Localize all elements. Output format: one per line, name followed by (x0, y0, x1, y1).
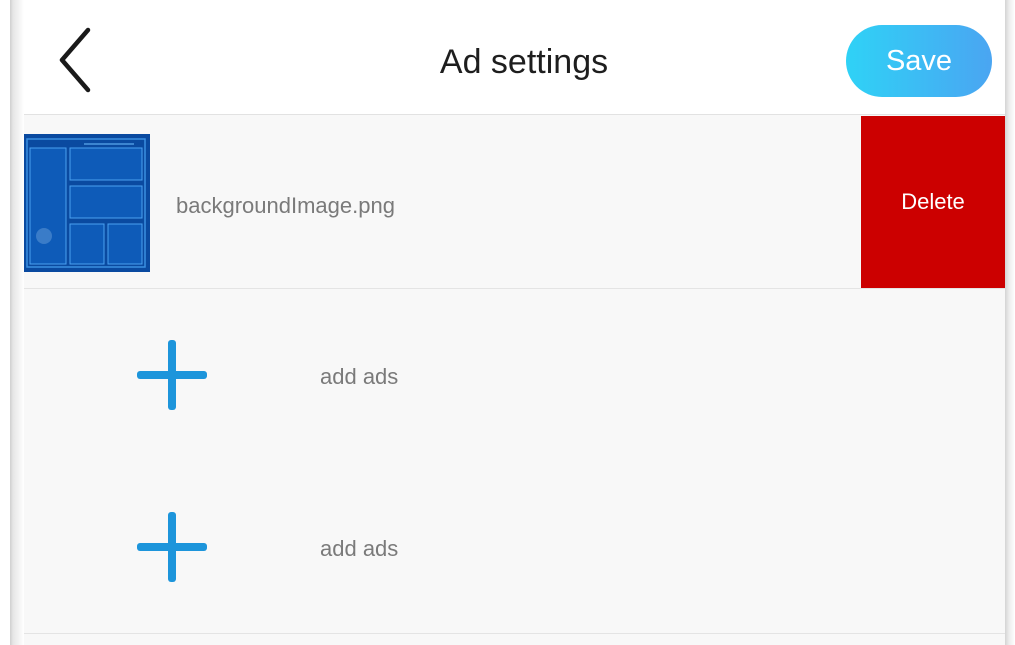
header-bar: Ad settings Save (24, 0, 1005, 115)
ad-file-name: backgroundImage.png (176, 193, 395, 218)
save-button[interactable]: Save (846, 25, 992, 97)
delete-button[interactable]: Delete (861, 116, 1005, 288)
plus-icon[interactable] (137, 512, 207, 582)
plus-icon[interactable] (137, 340, 207, 410)
device-edge-left (0, 0, 24, 645)
add-ad-slot[interactable]: add ads (24, 461, 1005, 634)
ad-settings-screen: Ad settings Save backgroundImage.png Del (24, 0, 1005, 645)
ad-image-item[interactable]: backgroundImage.png Delete (24, 116, 1005, 289)
add-ad-label[interactable]: add ads (320, 535, 398, 563)
ad-image-thumbnail (24, 134, 150, 272)
add-ad-slot[interactable]: add ads (24, 289, 1005, 462)
device-frame: Ad settings Save backgroundImage.png Del (0, 0, 1015, 645)
device-edge-right (1005, 0, 1015, 645)
add-ad-label[interactable]: add ads (320, 363, 398, 391)
